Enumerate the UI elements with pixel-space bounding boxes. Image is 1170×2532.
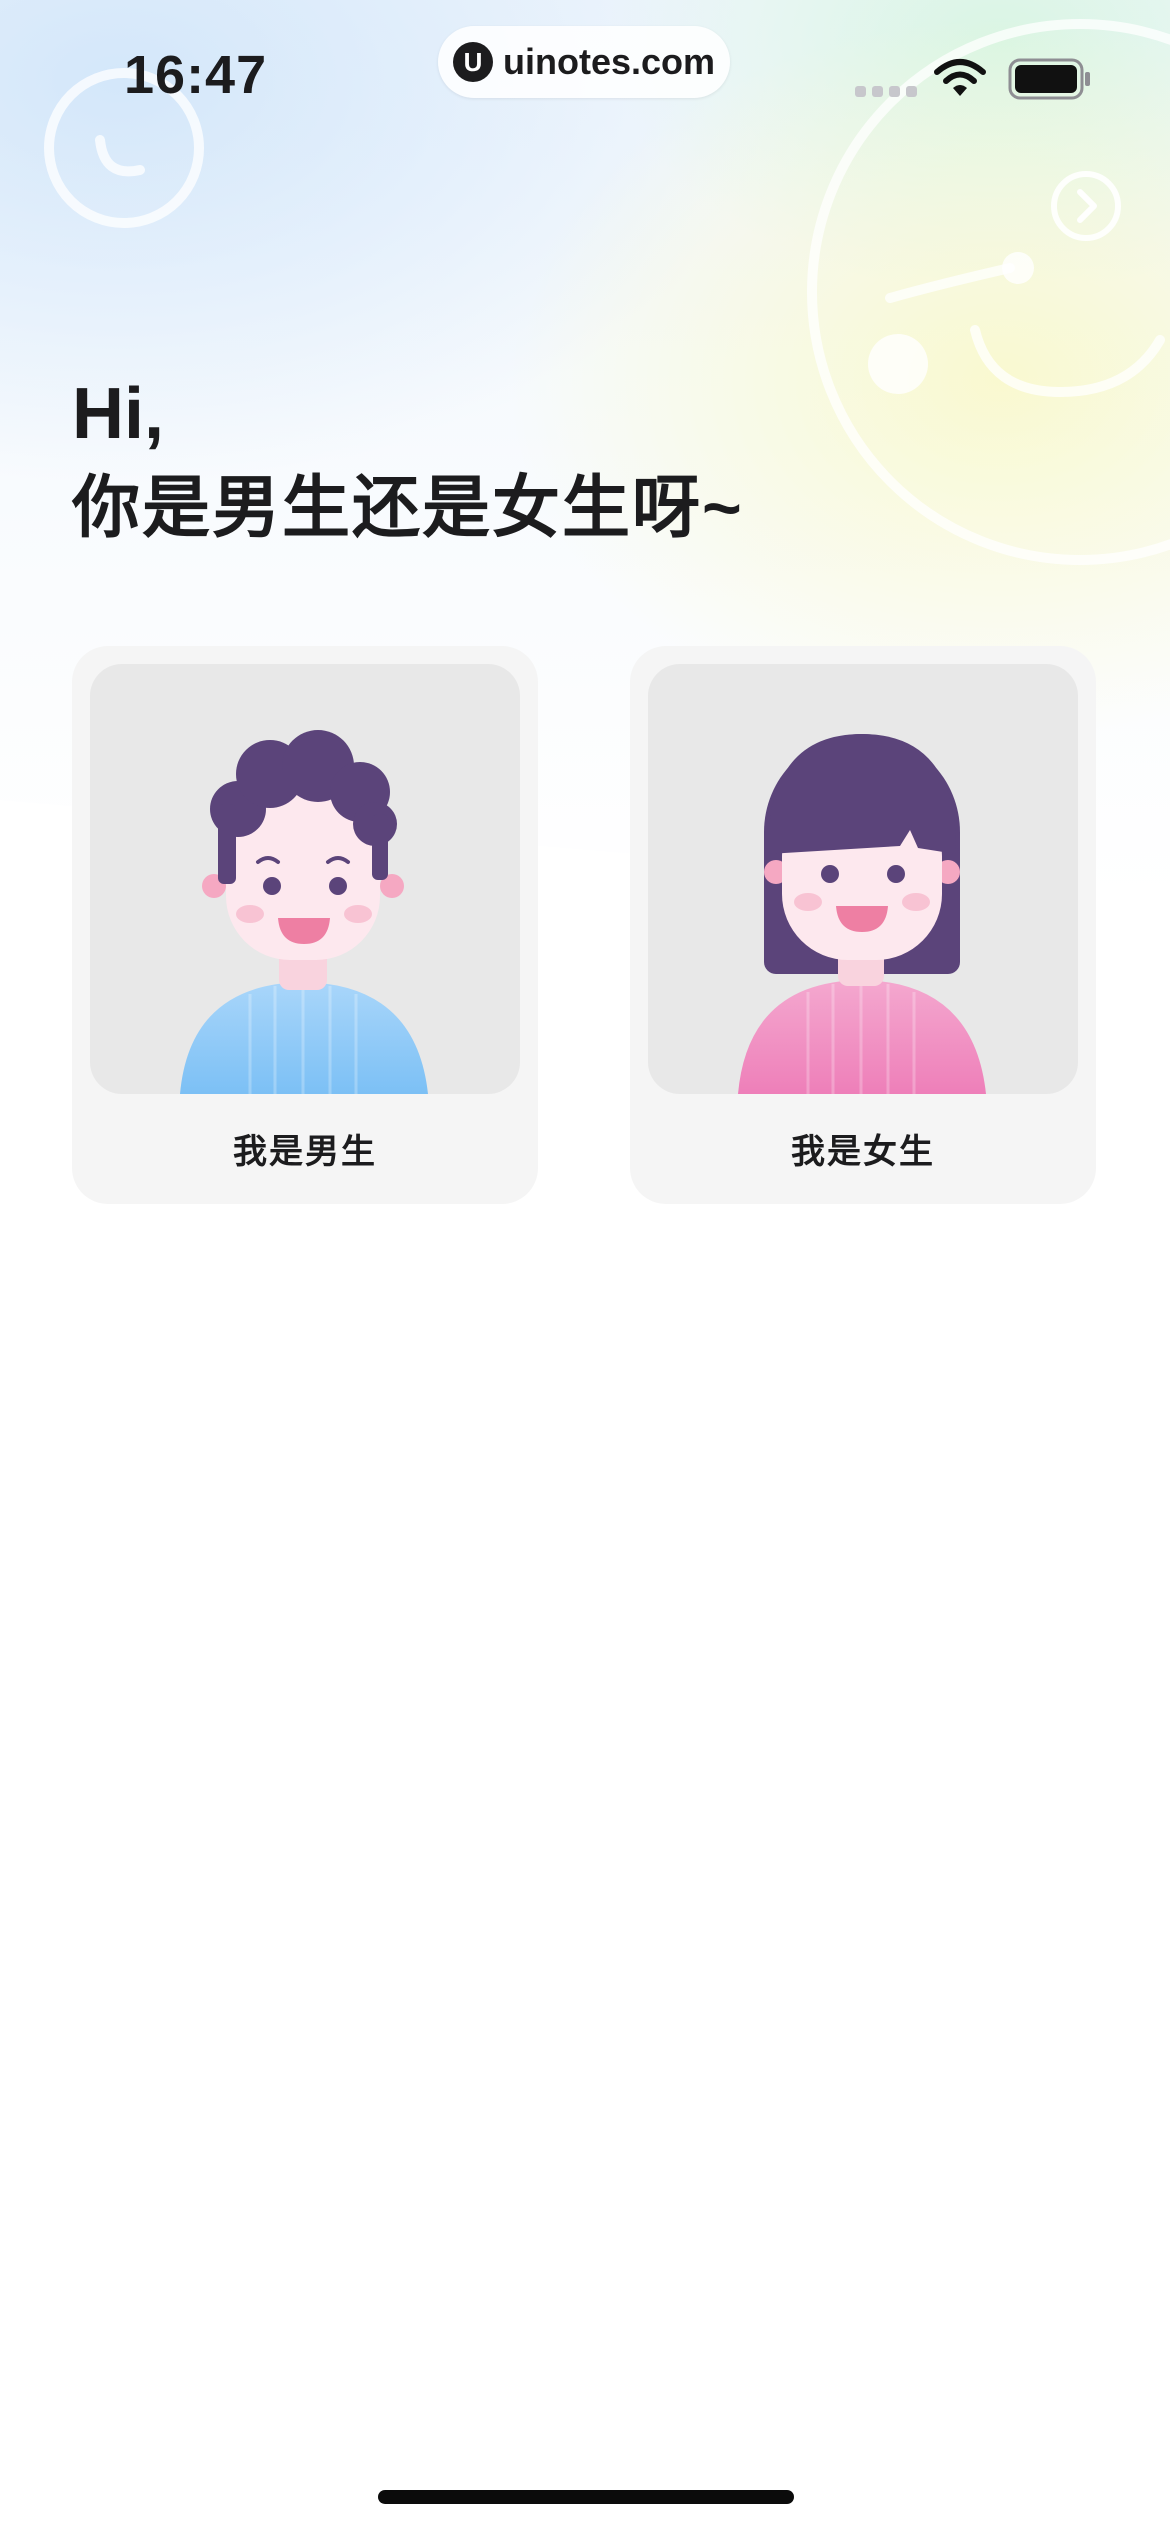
option-card-male[interactable]: 我是男生 xyxy=(72,646,538,1204)
male-option-label: 我是男生 xyxy=(233,1133,377,1171)
wifi-icon xyxy=(934,59,986,96)
boy-avatar xyxy=(90,664,520,1094)
url-text: uinotes.com xyxy=(502,41,716,82)
gender-question: 你是男生还是女生呀~ xyxy=(72,470,744,546)
option-card-female[interactable]: 我是女生 xyxy=(630,646,1096,1204)
battery-icon xyxy=(1008,58,1090,100)
uinotes-logo-icon: U xyxy=(452,42,493,82)
home-indicator[interactable] xyxy=(378,2490,794,2504)
next-arrow-icon[interactable] xyxy=(1050,170,1122,242)
url-badge[interactable]: U uinotes.com xyxy=(438,26,730,98)
greeting-title: Hi, xyxy=(72,374,165,454)
female-option-label: 我是女生 xyxy=(791,1133,935,1171)
girl-avatar xyxy=(648,664,1078,1094)
cellular-signal-icon xyxy=(855,86,917,97)
status-time: 16:47 xyxy=(124,45,268,105)
